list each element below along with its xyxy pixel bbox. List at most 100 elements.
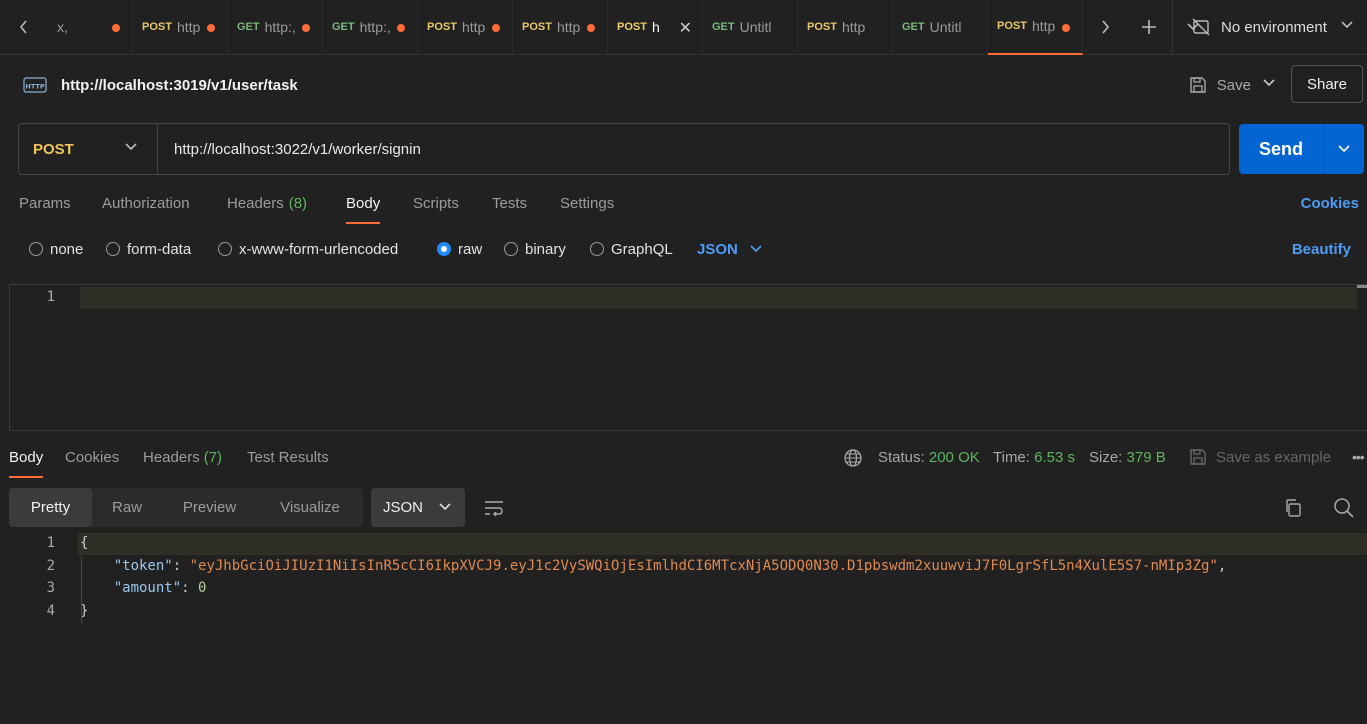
body-type-graphql[interactable]: GraphQL [590,233,673,265]
view-mode-raw[interactable]: Raw [92,488,162,527]
request-tab[interactable]: GET Untitl [703,0,798,55]
save-button[interactable]: Save [1188,70,1251,100]
body-type-raw[interactable]: raw [437,233,482,265]
line-number: 1 [46,289,55,305]
url-bar: POST http://localhost:3022/v1/worker/sig… [18,123,1230,175]
line-number: 1 [46,535,55,551]
response-header: Body Cookies Headers (7) Test Results Sta… [0,439,1367,479]
save-as-example-label: Save as example [1216,448,1332,466]
unsaved-changes-dot [397,23,405,32]
response-body-viewer[interactable]: 1 { 2 "token": "eyJhbGciOiJIUzI1NiIsInR5… [0,533,1367,724]
radio-circle-selected [437,242,451,256]
method-select[interactable]: POST [19,124,158,174]
tab-tests[interactable]: Tests [492,183,527,225]
time-value: 6.53 s [1034,449,1075,466]
tab-name: http [841,19,866,35]
tab-method: POST [997,20,1027,32]
request-tab[interactable]: GET http:, [323,0,418,55]
tab-name: x, [57,19,68,35]
tab-authorization[interactable]: Authorization [102,183,190,225]
unsaved-changes-dot [302,23,310,32]
copy-icon[interactable] [1283,498,1303,518]
beautify-button[interactable]: Beautify [1292,241,1351,258]
response-status[interactable]: Status: 200 OK [878,449,980,466]
request-tab[interactable]: GET Untitl [893,0,988,55]
body-type-selector: none form-data x-www-form-urlencoded raw… [0,233,1367,265]
tab-name: http [176,19,201,35]
request-title[interactable]: http://localhost:3019/v1/user/task [61,77,298,94]
size-label: Size: [1089,449,1123,466]
tab-method: GET [332,21,355,33]
radio-label: form-data [127,240,192,258]
tab-settings[interactable]: Settings [560,183,614,225]
request-tab[interactable]: GET http:, [228,0,323,55]
tab-body[interactable]: Body [346,183,381,225]
view-mode-preview[interactable]: Preview [162,488,257,527]
radio-label: binary [525,240,566,258]
json-string-value: "eyJhbGciOiJIUzI1NiIsInR5cCI6IkpXVCJ9.ey… [189,558,1218,574]
globe-icon[interactable] [843,448,863,468]
tab-name: http [461,19,486,35]
tab-headers[interactable]: Headers (8) [227,183,307,225]
tab-params[interactable]: Params [19,183,71,225]
view-mode-visualize[interactable]: Visualize [257,488,363,527]
response-toolbar: Pretty Raw Preview Visualize JSON [9,488,1367,528]
new-tab-button[interactable] [1127,0,1171,55]
chevron-down-icon [439,503,451,511]
scroll-tabs-left-button[interactable] [0,0,48,55]
response-time[interactable]: Time: 6.53 s [993,449,1075,466]
line-number: 3 [46,580,55,596]
tab-scripts[interactable]: Scripts [413,183,459,225]
radio-circle [504,242,518,256]
view-mode-pretty[interactable]: Pretty [9,488,92,527]
plus-icon [1142,20,1156,34]
scroll-tabs-right-button[interactable] [1083,0,1127,55]
save-as-example-button[interactable]: Save as example [1188,447,1331,467]
share-button[interactable]: Share [1291,65,1363,103]
url-input[interactable]: http://localhost:3022/v1/worker/signin [174,124,421,174]
cookies-link[interactable]: Cookies [1301,195,1359,212]
save-icon [1190,449,1206,465]
wrap-lines-icon[interactable] [483,498,505,518]
chevron-down-icon [1341,20,1353,28]
request-tabs: x, POST http GET http:, GET http:, POST http POST… [48,0,1083,55]
size-value: 379 B [1126,449,1166,466]
radio-label: raw [458,240,483,258]
request-tab[interactable]: x, [48,0,133,55]
tab-method: GET [237,21,260,33]
request-tab[interactable]: POST http [798,0,893,55]
send-button[interactable]: Send [1239,124,1323,174]
more-options-icon[interactable]: ••• [1352,449,1365,465]
json-number-value: 0 [198,580,207,596]
send-options-button[interactable] [1323,124,1364,174]
editor-scrollbar[interactable] [1357,285,1367,288]
code-line: 3 "amount": 0 [0,578,1367,600]
response-tab-cookies[interactable]: Cookies [65,449,119,466]
svg-text:HTTP: HTTP [25,83,44,91]
body-type-form-data[interactable]: form-data [106,233,191,265]
response-tab-headers[interactable]: Headers (7) [143,449,222,466]
request-tab[interactable]: POST http [133,0,228,55]
request-tab[interactable]: POST http [988,0,1083,55]
response-tab-test-results[interactable]: Test Results [247,449,329,466]
unsaved-changes-dot [112,23,120,32]
save-options-chevron-icon[interactable] [1263,79,1275,87]
environment-selector[interactable]: No environment [1172,0,1367,55]
request-tab[interactable]: POST http [513,0,608,55]
current-line-highlight [80,287,1357,309]
body-type-binary[interactable]: binary [504,233,566,265]
raw-format-dropdown[interactable]: JSON [697,233,762,265]
status-value: 200 OK [928,449,980,466]
search-icon[interactable] [1333,497,1355,519]
body-type-urlencoded[interactable]: x-www-form-urlencoded [218,233,398,265]
unsaved-changes-dot [492,23,500,32]
request-body-editor[interactable]: 1 [9,284,1367,431]
close-tab-icon[interactable]: ✕ [679,18,692,38]
response-size[interactable]: Size: 379 B [1089,449,1166,466]
chevron-right-icon [1102,20,1110,34]
response-format-dropdown[interactable]: JSON [371,488,465,527]
request-tab[interactable]: POST http [418,0,513,55]
body-type-none[interactable]: none [29,233,83,265]
response-tab-body[interactable]: Body [9,449,44,478]
request-tab[interactable]: POST h ✕ [608,0,703,55]
